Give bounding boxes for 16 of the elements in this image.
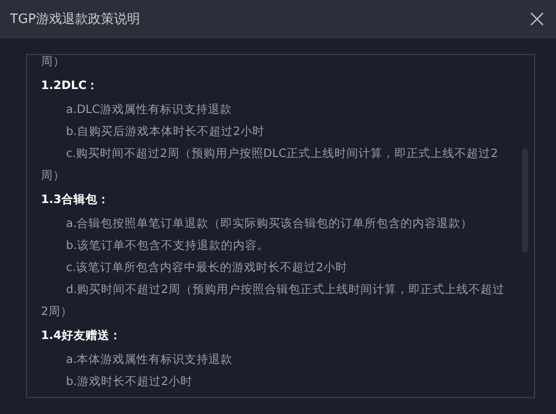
policy-item: d.购买时间不超过2周（预购用户按照合辑包正式上线时间计算，即正式上线不超过2周） [41, 281, 506, 320]
policy-item: a.DLC游戏属性有标识支持退款 [65, 101, 233, 118]
section-heading: 1.3合辑包： [41, 191, 110, 208]
window-title: TGP游戏退款政策说明 [10, 10, 140, 28]
close-icon [530, 12, 544, 26]
policy-item: a.合辑包按照单笔订单退款（即实际购买该合辑包的订单所包含的内容退款） [65, 215, 474, 232]
paragraph-text: 周） [41, 55, 66, 70]
section-heading: 1.2DLC： [41, 77, 100, 94]
close-button[interactable] [528, 10, 546, 28]
policy-item: c.该笔订单所包含内容中最长的游戏时长不超过2小时 [65, 259, 348, 276]
policy-item: a.本体游戏属性有标识支持退款 [65, 351, 234, 368]
section-heading: 1.4好友赠送： [41, 327, 122, 344]
policy-item: b.该笔订单不包含不支持退款的内容。 [65, 237, 270, 254]
policy-item: b.自购买后游戏本体时长不超过2小时 [65, 123, 266, 140]
policy-item: c.购买时间不超过2周（预购用户按照DLC正式上线时间计算，即正式上线不超过2周） [41, 145, 499, 184]
policy-item: b.游戏时长不超过2小时 [65, 373, 194, 390]
